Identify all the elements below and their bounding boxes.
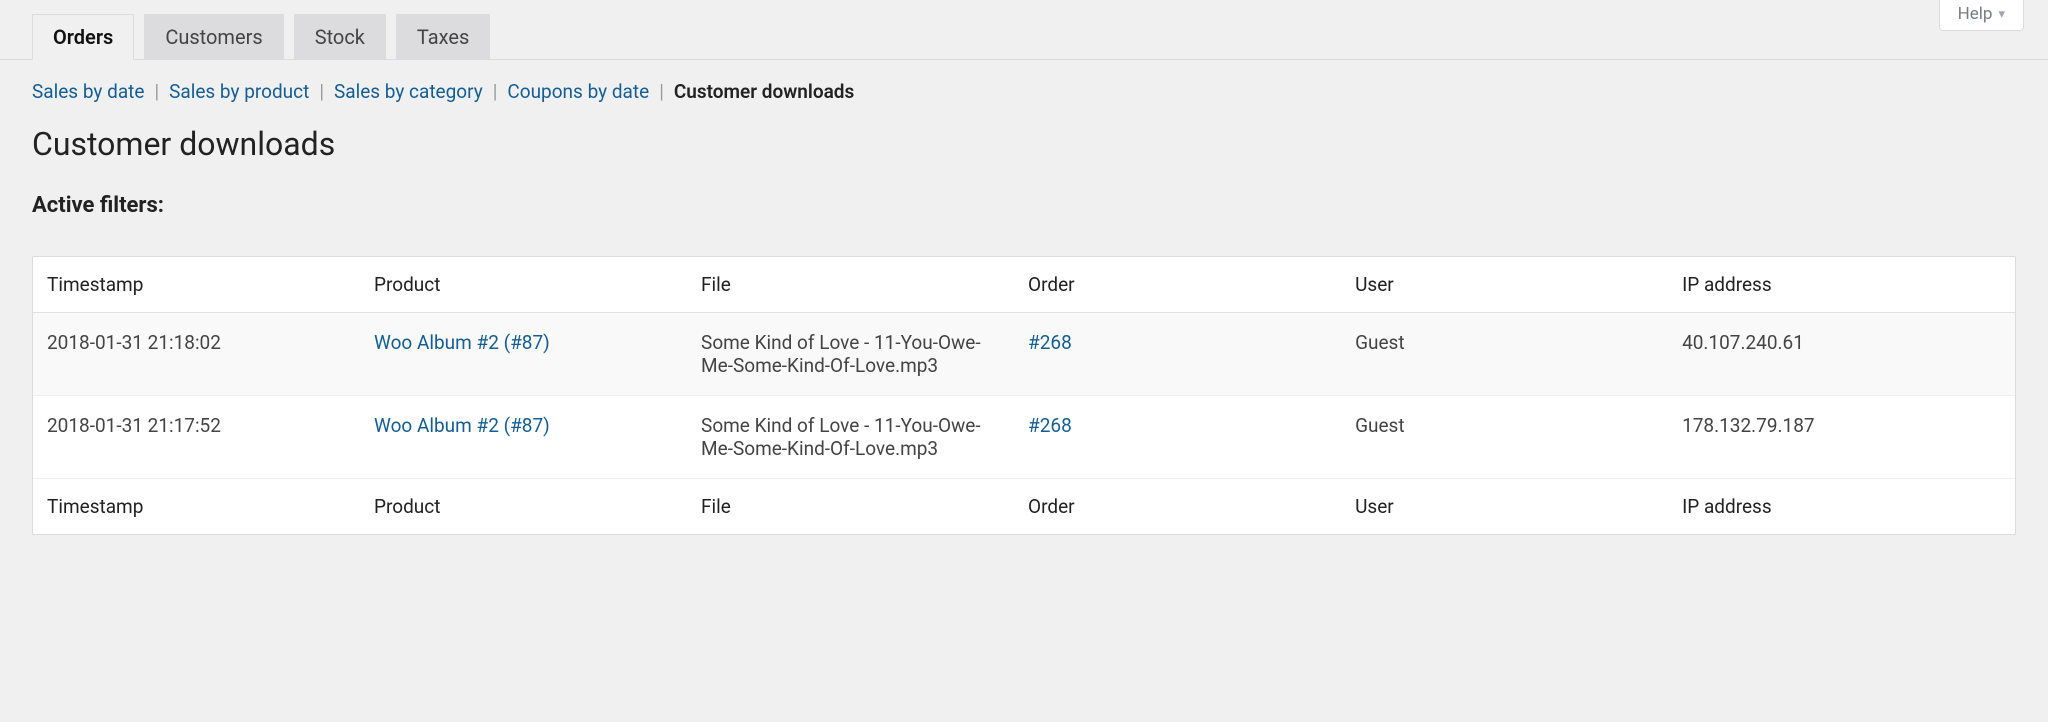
timestamp-text: 2018-01-31 21:17:52 bbox=[47, 414, 221, 437]
link-sales-by-product[interactable]: Sales by product bbox=[169, 80, 309, 103]
col-timestamp-footer[interactable]: Timestamp bbox=[33, 479, 360, 535]
cell-timestamp: 2018-01-31 21:18:02 bbox=[33, 313, 360, 396]
col-order-footer[interactable]: Order bbox=[1014, 479, 1341, 535]
tab-taxes[interactable]: Taxes bbox=[396, 14, 490, 60]
table-row: 2018-01-31 21:17:52 Woo Album #2 (#87) Som… bbox=[33, 396, 2015, 479]
file-text: Some Kind of Love - 11-You-Owe-Me-Some-K… bbox=[701, 414, 981, 460]
file-text: Some Kind of Love - 11-You-Owe-Me-Some-K… bbox=[701, 331, 981, 377]
table-row: 2018-01-31 21:18:02 Woo Album #2 (#87) Som… bbox=[33, 313, 2015, 396]
col-order[interactable]: Order bbox=[1014, 257, 1341, 313]
col-user[interactable]: User bbox=[1341, 257, 1668, 313]
link-sales-by-date[interactable]: Sales by date bbox=[32, 80, 144, 103]
order-link[interactable]: #268 bbox=[1028, 331, 1072, 354]
active-filters-heading: Active filters: bbox=[0, 163, 2048, 218]
chevron-down-icon: ▾ bbox=[1998, 7, 2005, 22]
timestamp-text: 2018-01-31 21:18:02 bbox=[47, 331, 221, 354]
cell-order: #268 bbox=[1014, 396, 1341, 479]
product-link[interactable]: Woo Album #2 (#87) bbox=[374, 331, 550, 354]
sublink-separator: | bbox=[319, 80, 324, 103]
sublink-separator: | bbox=[154, 80, 159, 103]
link-sales-by-category[interactable]: Sales by category bbox=[334, 80, 483, 103]
col-file[interactable]: File bbox=[687, 257, 1014, 313]
cell-ip: 178.132.79.187 bbox=[1668, 396, 2015, 479]
tab-taxes-label: Taxes bbox=[417, 25, 469, 49]
col-timestamp[interactable]: Timestamp bbox=[33, 257, 360, 313]
user-text: Guest bbox=[1355, 331, 1405, 354]
product-link[interactable]: Woo Album #2 (#87) bbox=[374, 414, 550, 437]
sublink-separator: | bbox=[659, 80, 664, 103]
help-tab[interactable]: Help ▾ bbox=[1939, 0, 2024, 31]
cell-file: Some Kind of Love - 11-You-Owe-Me-Some-K… bbox=[687, 396, 1014, 479]
report-sub-links: Sales by date | Sales by product | Sales by … bbox=[0, 60, 2048, 103]
ip-text: 178.132.79.187 bbox=[1682, 414, 1815, 437]
tab-customers-label: Customers bbox=[165, 25, 262, 49]
col-ip-footer[interactable]: IP address bbox=[1668, 479, 2015, 535]
table-footer-row: Timestamp Product File Order User IP add… bbox=[33, 479, 2015, 535]
cell-user: Guest bbox=[1341, 396, 1668, 479]
tab-orders[interactable]: Orders bbox=[32, 14, 134, 60]
tab-stock[interactable]: Stock bbox=[294, 14, 386, 60]
col-product[interactable]: Product bbox=[360, 257, 687, 313]
order-link[interactable]: #268 bbox=[1028, 414, 1072, 437]
table-header-row: Timestamp Product File Order User IP add… bbox=[33, 257, 2015, 313]
col-user-footer[interactable]: User bbox=[1341, 479, 1668, 535]
col-product-footer[interactable]: Product bbox=[360, 479, 687, 535]
col-ip[interactable]: IP address bbox=[1668, 257, 2015, 313]
tab-customers[interactable]: Customers bbox=[144, 14, 283, 60]
table-body: 2018-01-31 21:18:02 Woo Album #2 (#87) Som… bbox=[33, 313, 2015, 479]
tab-stock-label: Stock bbox=[315, 25, 365, 49]
ip-text: 40.107.240.61 bbox=[1682, 331, 1804, 354]
sublink-separator: | bbox=[493, 80, 498, 103]
downloads-table: Timestamp Product File Order User IP add… bbox=[33, 257, 2015, 534]
cell-file: Some Kind of Love - 11-You-Owe-Me-Some-K… bbox=[687, 313, 1014, 396]
user-text: Guest bbox=[1355, 414, 1405, 437]
cell-order: #268 bbox=[1014, 313, 1341, 396]
link-coupons-by-date[interactable]: Coupons by date bbox=[507, 80, 649, 103]
cell-user: Guest bbox=[1341, 313, 1668, 396]
cell-product: Woo Album #2 (#87) bbox=[360, 396, 687, 479]
tab-orders-label: Orders bbox=[53, 25, 113, 49]
cell-product: Woo Album #2 (#87) bbox=[360, 313, 687, 396]
link-customer-downloads: Customer downloads bbox=[674, 80, 854, 103]
cell-ip: 40.107.240.61 bbox=[1668, 313, 2015, 396]
downloads-table-container: Timestamp Product File Order User IP add… bbox=[32, 256, 2016, 535]
nav-tabs: Orders Customers Stock Taxes bbox=[0, 13, 2048, 60]
page-title: Customer downloads bbox=[0, 103, 2048, 163]
help-label: Help bbox=[1958, 4, 1993, 24]
col-file-footer[interactable]: File bbox=[687, 479, 1014, 535]
cell-timestamp: 2018-01-31 21:17:52 bbox=[33, 396, 360, 479]
